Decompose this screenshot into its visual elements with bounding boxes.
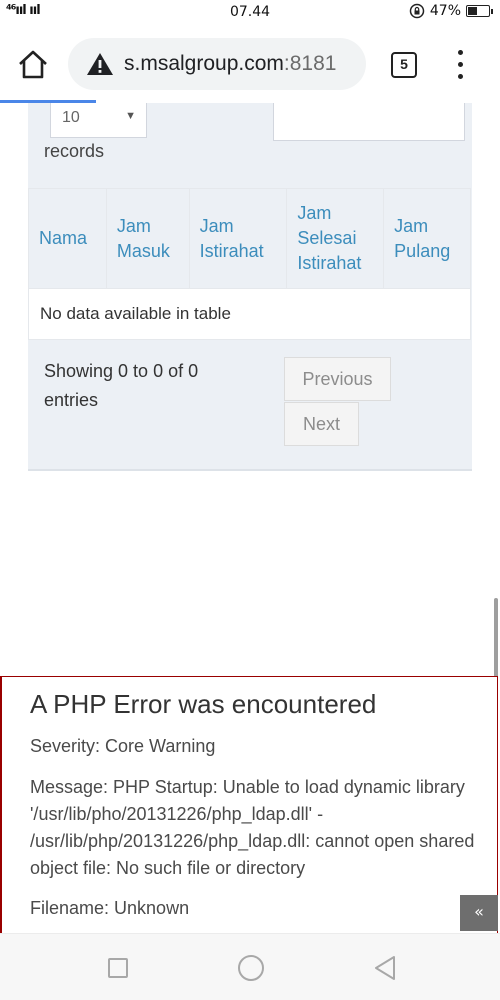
column-header-line: Nama [39, 228, 88, 248]
battery-percent: 47% [429, 3, 461, 19]
column-header-line: Jam [297, 203, 332, 223]
battery-level [468, 7, 477, 15]
datatable-wrapper: 10 ▼ records Nama Jam Masuk Jam Istiraha… [28, 103, 472, 471]
back-triangle-icon[interactable] [372, 954, 398, 982]
home-icon[interactable] [16, 48, 50, 82]
web-page: 10 ▼ records Nama Jam Masuk Jam Istiraha… [0, 103, 500, 933]
battery-icon [466, 5, 493, 17]
tab-switcher-button[interactable]: 5 [391, 52, 417, 78]
warning-icon[interactable] [86, 51, 114, 77]
table-info: Showing 0 to 0 of 0 entries [44, 361, 199, 410]
recent-apps-icon[interactable] [108, 958, 128, 978]
back-to-top-button[interactable]: « [460, 895, 498, 931]
phone-screen: ⁴⁶ııl ııl 07.44 47% s.msalgroup.com:8181… [0, 0, 500, 1000]
php-error-box: A PHP Error was encountered Severity: Co… [0, 676, 498, 933]
menu-dot [458, 50, 463, 55]
system-nav-bar [0, 933, 500, 1000]
records-length-value: 10 [62, 109, 80, 126]
overflow-menu-icon[interactable] [450, 50, 470, 82]
records-label: records [44, 141, 105, 161]
column-header-jam-istirahat[interactable]: Jam Istirahat [188, 188, 288, 289]
column-header-line: Selesai [297, 228, 357, 248]
empty-table-message: No data available in table [28, 288, 471, 340]
chevron-down-icon: ▼ [125, 110, 136, 122]
home-circle-icon[interactable] [238, 955, 264, 981]
next-page-button[interactable]: Next [284, 402, 359, 446]
column-header-line: Jam [116, 215, 151, 236]
menu-dot [458, 74, 463, 79]
browser-toolbar: s.msalgroup.com:8181 5 [0, 26, 500, 102]
records-length-select[interactable]: 10 ▼ [50, 103, 147, 138]
attendance-table: Nama Jam Masuk Jam Istirahat Jam Selesai… [28, 188, 471, 340]
column-header-line: Istirahat [199, 240, 264, 261]
error-severity: Severity: Core Warning [30, 736, 216, 756]
url-host: s.msalgroup.com [124, 52, 284, 75]
column-header-jam-selesai-istirahat[interactable]: Jam Selesai Istirahat [286, 188, 385, 289]
error-message: Message: PHP Startup: Unable to load dyn… [30, 777, 475, 878]
table-header-row: Nama Jam Masuk Jam Istirahat Jam Selesai… [28, 188, 471, 289]
column-header-line: Istirahat [297, 253, 362, 273]
url-text[interactable]: s.msalgroup.com:8181 [124, 52, 336, 76]
lock-rotation-icon [409, 3, 425, 19]
address-bar[interactable]: s.msalgroup.com:8181 [68, 38, 366, 90]
status-bar: ⁴⁶ııl ııl 07.44 47% [0, 0, 500, 26]
search-input[interactable] [273, 103, 465, 141]
column-header-nama[interactable]: Nama [28, 188, 107, 289]
error-title: A PHP Error was encountered [30, 689, 377, 719]
column-header-line: Masuk [116, 240, 170, 261]
error-filename: Filename: Unknown [30, 898, 190, 918]
column-header-line: Pulang [394, 240, 451, 261]
column-header-line: Jam [394, 215, 429, 236]
column-header-jam-masuk[interactable]: Jam Masuk [105, 188, 190, 289]
column-header-jam-pulang[interactable]: Jam Pulang [383, 188, 471, 289]
column-header-line: Jam [199, 215, 234, 236]
menu-dot [458, 62, 463, 67]
url-port: :8181 [283, 52, 337, 75]
table-row: No data available in table [28, 288, 471, 340]
status-right: 47% [409, 3, 493, 19]
previous-page-button[interactable]: Previous [284, 357, 391, 401]
